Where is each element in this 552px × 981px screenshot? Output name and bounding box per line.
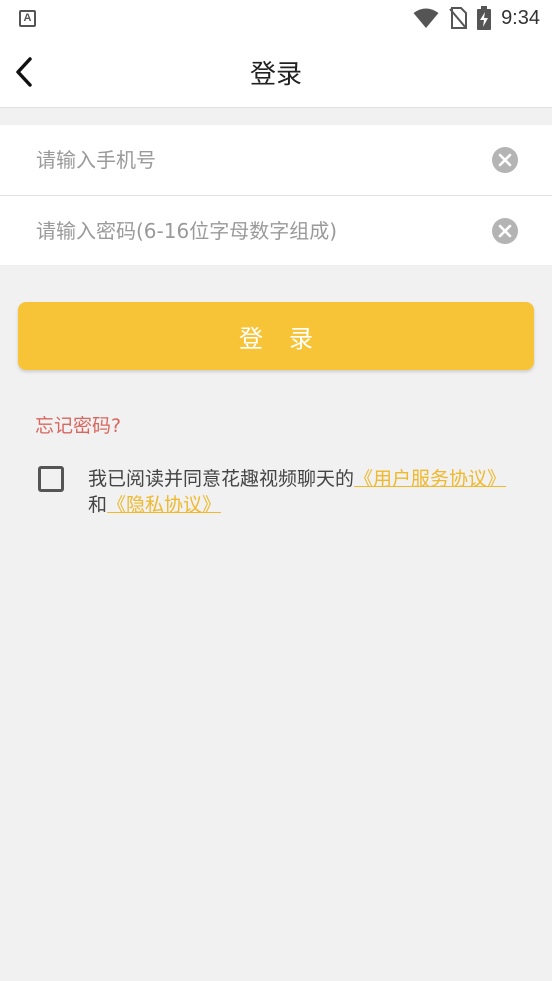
- phone-input[interactable]: [36, 148, 476, 172]
- agreement-text: 我已阅读并同意花趣视频聊天的《用户服务协议》和《隐私协议》: [88, 466, 508, 518]
- clear-phone-button[interactable]: [492, 147, 518, 173]
- password-input[interactable]: [36, 218, 476, 243]
- app-header: 登录: [0, 36, 552, 108]
- password-field-row: [0, 195, 552, 265]
- agreement-prefix: 我已阅读并同意花趣视频聊天的: [88, 468, 355, 490]
- no-sim-icon: [449, 7, 468, 29]
- status-time: 9:34: [501, 6, 540, 29]
- notification-a-icon: A: [19, 10, 36, 27]
- forgot-password-link[interactable]: 忘记密码?: [35, 411, 121, 438]
- clear-circle-icon: [498, 153, 512, 167]
- user-agreement-link[interactable]: 《用户服务协议》: [354, 468, 506, 490]
- login-button[interactable]: 登录: [18, 302, 534, 370]
- battery-charging-icon: [477, 6, 492, 30]
- wifi-icon: [413, 8, 439, 28]
- agreement-checkbox[interactable]: [38, 466, 64, 492]
- agreement-connector: 和: [88, 494, 108, 516]
- status-bar: A 9:34: [0, 0, 552, 36]
- status-icons: 9:34: [413, 6, 540, 30]
- clear-circle-icon: [498, 224, 512, 238]
- page-title: 登录: [249, 60, 302, 90]
- login-form: [0, 125, 552, 265]
- phone-field-row: [0, 125, 552, 195]
- privacy-agreement-link[interactable]: 《隐私协议》: [107, 494, 221, 516]
- clear-password-button[interactable]: [492, 218, 518, 244]
